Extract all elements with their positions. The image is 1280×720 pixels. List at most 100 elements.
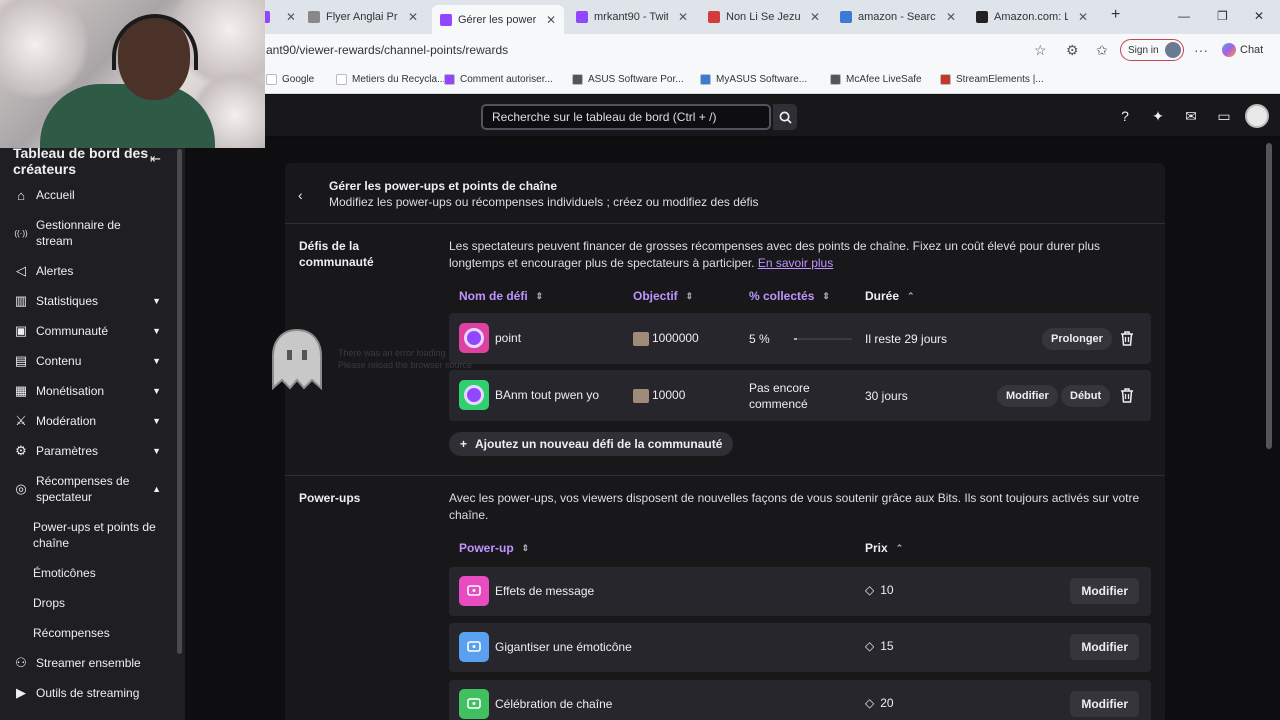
bookmark-icon (940, 74, 951, 85)
bookmark-item[interactable]: StreamElements |... (940, 74, 1044, 85)
header-divider (285, 223, 1165, 224)
browser-tab[interactable]: Flyer Anglai Profes ✕ (300, 5, 426, 29)
trash-icon[interactable] (1117, 328, 1137, 348)
add-challenge-button[interactable]: + Ajoutez un nouveau défi de la communaut… (449, 432, 734, 456)
main-scrollbar[interactable] (1266, 143, 1272, 449)
sidebar-item[interactable]: ◎ Récompenses de spectateur ▲ (13, 473, 163, 505)
search-button[interactable] (773, 104, 797, 130)
sidebar-item[interactable]: ⚇ Streamer ensemble (13, 655, 163, 671)
browser-tab[interactable]: Non Li Se Jezu.pdf ✕ (700, 5, 828, 29)
bookmark-item[interactable]: Metiers du Recycla... (336, 74, 445, 85)
trash-icon[interactable] (1117, 385, 1137, 405)
giant-emote-icon (459, 632, 489, 662)
sparkle-icon[interactable]: ✦ (1149, 107, 1167, 125)
sidebar-item-label: Paramètres (36, 444, 99, 458)
sidebar-item[interactable]: ▥ Statistiques ▼ (13, 293, 163, 309)
sidebar-subitem[interactable]: Power-ups et points de chaîne (33, 519, 158, 551)
column-powerup-header[interactable]: Power-up ⇕ (459, 541, 529, 555)
tab-favicon-icon (440, 13, 452, 26)
edit-powerup-button[interactable]: Modifier (1070, 634, 1139, 660)
dashboard-search-input[interactable]: Recherche sur le tableau de bord (Ctrl +… (481, 104, 771, 130)
bookmark-item[interactable]: ASUS Software Por... (572, 74, 684, 85)
tab-close-icon[interactable]: ✕ (810, 10, 820, 24)
sidebar-item[interactable]: ⌂ Accueil (13, 187, 163, 203)
sword-icon: ⚔ (15, 413, 27, 428)
inbox-icon[interactable]: ✉ (1182, 107, 1200, 125)
sidebar-item[interactable]: ⚔ Modération ▼ (13, 413, 163, 429)
minimize-icon[interactable]: — (1178, 9, 1190, 23)
column-name-label: Nom de défi (459, 289, 528, 303)
overlay-error-line: There was an error loading (338, 348, 446, 358)
tab-label: Non Li Se Jezu.pdf (726, 11, 800, 23)
learn-more-link[interactable]: En savoir plus (758, 256, 833, 270)
bookmark-item[interactable]: McAfee LiveSafe (830, 74, 922, 85)
sidebar-subitem[interactable]: Drops (33, 595, 158, 611)
column-duration-header[interactable]: Durée ⌃ (865, 289, 915, 303)
more-options-icon[interactable]: ··· (1194, 42, 1208, 58)
column-price-header[interactable]: Prix ⌃ (865, 541, 903, 555)
channel-points-icon (459, 380, 489, 410)
sidebar-item[interactable]: ▣ Communauté ▼ (13, 323, 163, 339)
tab-close-icon[interactable]: ✕ (1078, 10, 1088, 24)
collapse-sidebar-icon[interactable]: ⇤ (150, 151, 161, 167)
bits-icon: ◇ (865, 583, 875, 597)
favorites-icon[interactable]: ✩ (1096, 42, 1108, 59)
sign-in-button[interactable]: Sign in (1120, 39, 1184, 61)
bookmark-item[interactable]: Comment autoriser... (444, 74, 553, 85)
back-chevron-icon[interactable]: ‹ (298, 187, 303, 203)
edit-powerup-button[interactable]: Modifier (1070, 691, 1139, 717)
new-tab-icon[interactable]: + (1111, 6, 1120, 24)
challenge-action-button[interactable]: Début (1061, 385, 1111, 407)
sidebar-item-label: Communauté (36, 324, 109, 338)
bookmark-label: StreamElements |... (956, 74, 1044, 85)
sidebar-item[interactable]: ▦ Monétisation ▼ (13, 383, 163, 399)
close-window-icon[interactable]: ✕ (1254, 9, 1264, 23)
sidebar-item[interactable]: ⚙ Paramètres ▼ (13, 443, 163, 459)
browser-tab[interactable]: Gérer les power-ups ✕ (432, 5, 564, 34)
users-icon: ⚇ (15, 655, 27, 670)
sidebar-item[interactable]: ▶ Outils de streaming (13, 685, 163, 701)
overlay-error-text: There was an error loading Please reload… (338, 347, 472, 371)
maximize-icon[interactable]: ❐ (1217, 9, 1228, 23)
column-price-label: Prix (865, 541, 888, 555)
powerup-row: Célébration de chaîne ◇ 20 Modifier (449, 680, 1151, 720)
copilot-button[interactable]: Chat (1222, 43, 1263, 57)
browser-tab[interactable]: amazon - Search ✕ (832, 5, 964, 29)
bookmark-item[interactable]: Google (266, 74, 314, 85)
sidebar-item-label: Contenu (36, 354, 82, 368)
sidebar-item-label: Outils de streaming (36, 686, 140, 700)
sidebar-item[interactable]: ◁ Alertes (13, 263, 163, 279)
tab-close-icon[interactable]: ✕ (546, 13, 556, 27)
sidebar-scrollbar[interactable] (177, 149, 182, 654)
edit-powerup-button[interactable]: Modifier (1070, 578, 1139, 604)
powerup-row: Effets de message ◇ 10 Modifier (449, 567, 1151, 616)
tab-close-icon[interactable]: ✕ (678, 10, 688, 24)
sidebar-subitem[interactable]: Récompenses (33, 625, 158, 641)
gear-icon: ⚙ (15, 443, 27, 458)
whispers-icon[interactable]: ▭ (1215, 107, 1233, 125)
sidebar-subitem[interactable]: Émoticônes (33, 565, 158, 581)
bookmark-item[interactable]: MyASUS Software... (700, 74, 807, 85)
column-name-header[interactable]: Nom de défi ⇕ (459, 289, 543, 303)
section-divider (285, 475, 1165, 476)
page-subtitle: Modifiez les power-ups ou récompenses in… (329, 195, 759, 209)
column-goal-header[interactable]: Objectif ⇕ (633, 289, 693, 303)
favorite-star-icon[interactable]: ☆ (1034, 42, 1047, 59)
sidebar-item[interactable]: ▤ Contenu ▼ (13, 353, 163, 369)
tab-close-icon[interactable]: ✕ (946, 10, 956, 24)
challenge-action-button[interactable]: Modifier (997, 385, 1058, 407)
extensions-icon[interactable]: ⚙ (1066, 42, 1079, 59)
user-avatar[interactable] (1245, 104, 1269, 128)
url-field[interactable]: ant90/viewer-rewards/channel-points/rewa… (266, 43, 508, 57)
browser-tab[interactable]: Amazon.com: Leno ✕ (968, 5, 1096, 29)
tab-close-icon[interactable]: ✕ (408, 10, 418, 24)
browser-tab[interactable]: mrkant90 - Twitch ✕ (568, 5, 696, 29)
powerup-name: Gigantiser une émoticône (495, 640, 632, 654)
tab-close-icon[interactable]: ✕ (286, 10, 294, 24)
tab-favicon-icon (308, 11, 320, 23)
column-collected-header[interactable]: % collectés ⇕ (749, 289, 830, 303)
column-goal-label: Objectif (633, 289, 678, 303)
help-icon[interactable]: ? (1116, 107, 1134, 125)
sidebar-item[interactable]: ((·)) Gestionnaire de stream (13, 217, 163, 249)
challenge-action-button[interactable]: Prolonger (1042, 328, 1112, 350)
